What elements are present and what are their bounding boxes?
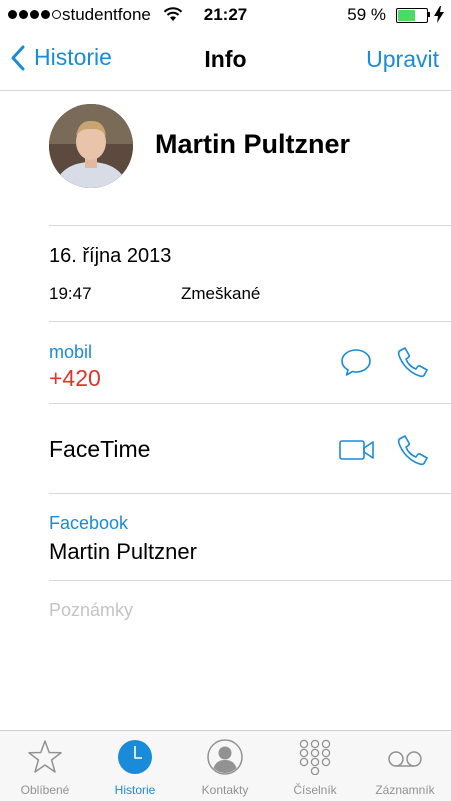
- edit-button[interactable]: Upravit: [366, 46, 439, 73]
- contact-photo: [49, 104, 133, 188]
- battery-tip: [428, 12, 430, 17]
- facetime-label: FaceTime: [49, 436, 151, 462]
- battery-percent: 59 %: [347, 5, 386, 24]
- phone-label: mobil: [49, 342, 93, 362]
- keypad-icon: [299, 739, 331, 775]
- tab-keypad[interactable]: Číselník: [270, 731, 360, 801]
- divider: [49, 403, 451, 404]
- tab-contacts[interactable]: Kontakty: [180, 731, 270, 801]
- phone-number[interactable]: +420: [49, 365, 101, 392]
- notes-field[interactable]: Poznámky: [49, 600, 133, 621]
- charging-icon: [434, 6, 444, 23]
- tab-label: Oblíbené: [20, 783, 70, 797]
- call-time: 19:47: [49, 284, 92, 303]
- tab-favorites[interactable]: Oblíbené: [0, 731, 90, 801]
- battery-icon: [396, 8, 428, 23]
- phone-call-icon[interactable]: [397, 346, 429, 378]
- call-date: 16. října 2013: [49, 245, 172, 267]
- status-bar: studentfone 21:27 59 %: [0, 0, 451, 30]
- tab-bar: Oblíbené Historie Kontakty Číselník Zázn…: [0, 730, 451, 801]
- facetime-video-icon[interactable]: [339, 438, 375, 462]
- avatar: [49, 104, 133, 188]
- divider: [49, 580, 451, 581]
- tab-label: Záznamník: [375, 783, 435, 797]
- call-status: Zmeškané: [181, 284, 261, 303]
- tab-label: Číselník: [293, 783, 337, 797]
- tab-voicemail[interactable]: Záznamník: [360, 731, 450, 801]
- voicemail-icon: [388, 751, 422, 767]
- star-icon: [28, 740, 62, 773]
- contact-icon: [207, 739, 243, 775]
- navigation-bar: Historie Info Upravit: [0, 30, 451, 91]
- clock-icon: [118, 740, 152, 774]
- tab-label: Kontakty: [201, 783, 249, 797]
- facebook-profile-name[interactable]: Martin Pultzner: [49, 539, 197, 565]
- divider: [49, 225, 451, 226]
- contact-name: Martin Pultzner: [155, 129, 351, 159]
- tab-label: Historie: [114, 783, 156, 797]
- tab-recents[interactable]: Historie: [90, 731, 180, 801]
- divider: [49, 493, 451, 494]
- facetime-audio-icon[interactable]: [397, 434, 429, 466]
- message-icon[interactable]: [340, 348, 372, 376]
- battery-fill: [398, 10, 415, 21]
- divider: [49, 321, 451, 322]
- facebook-label: Facebook: [49, 513, 129, 533]
